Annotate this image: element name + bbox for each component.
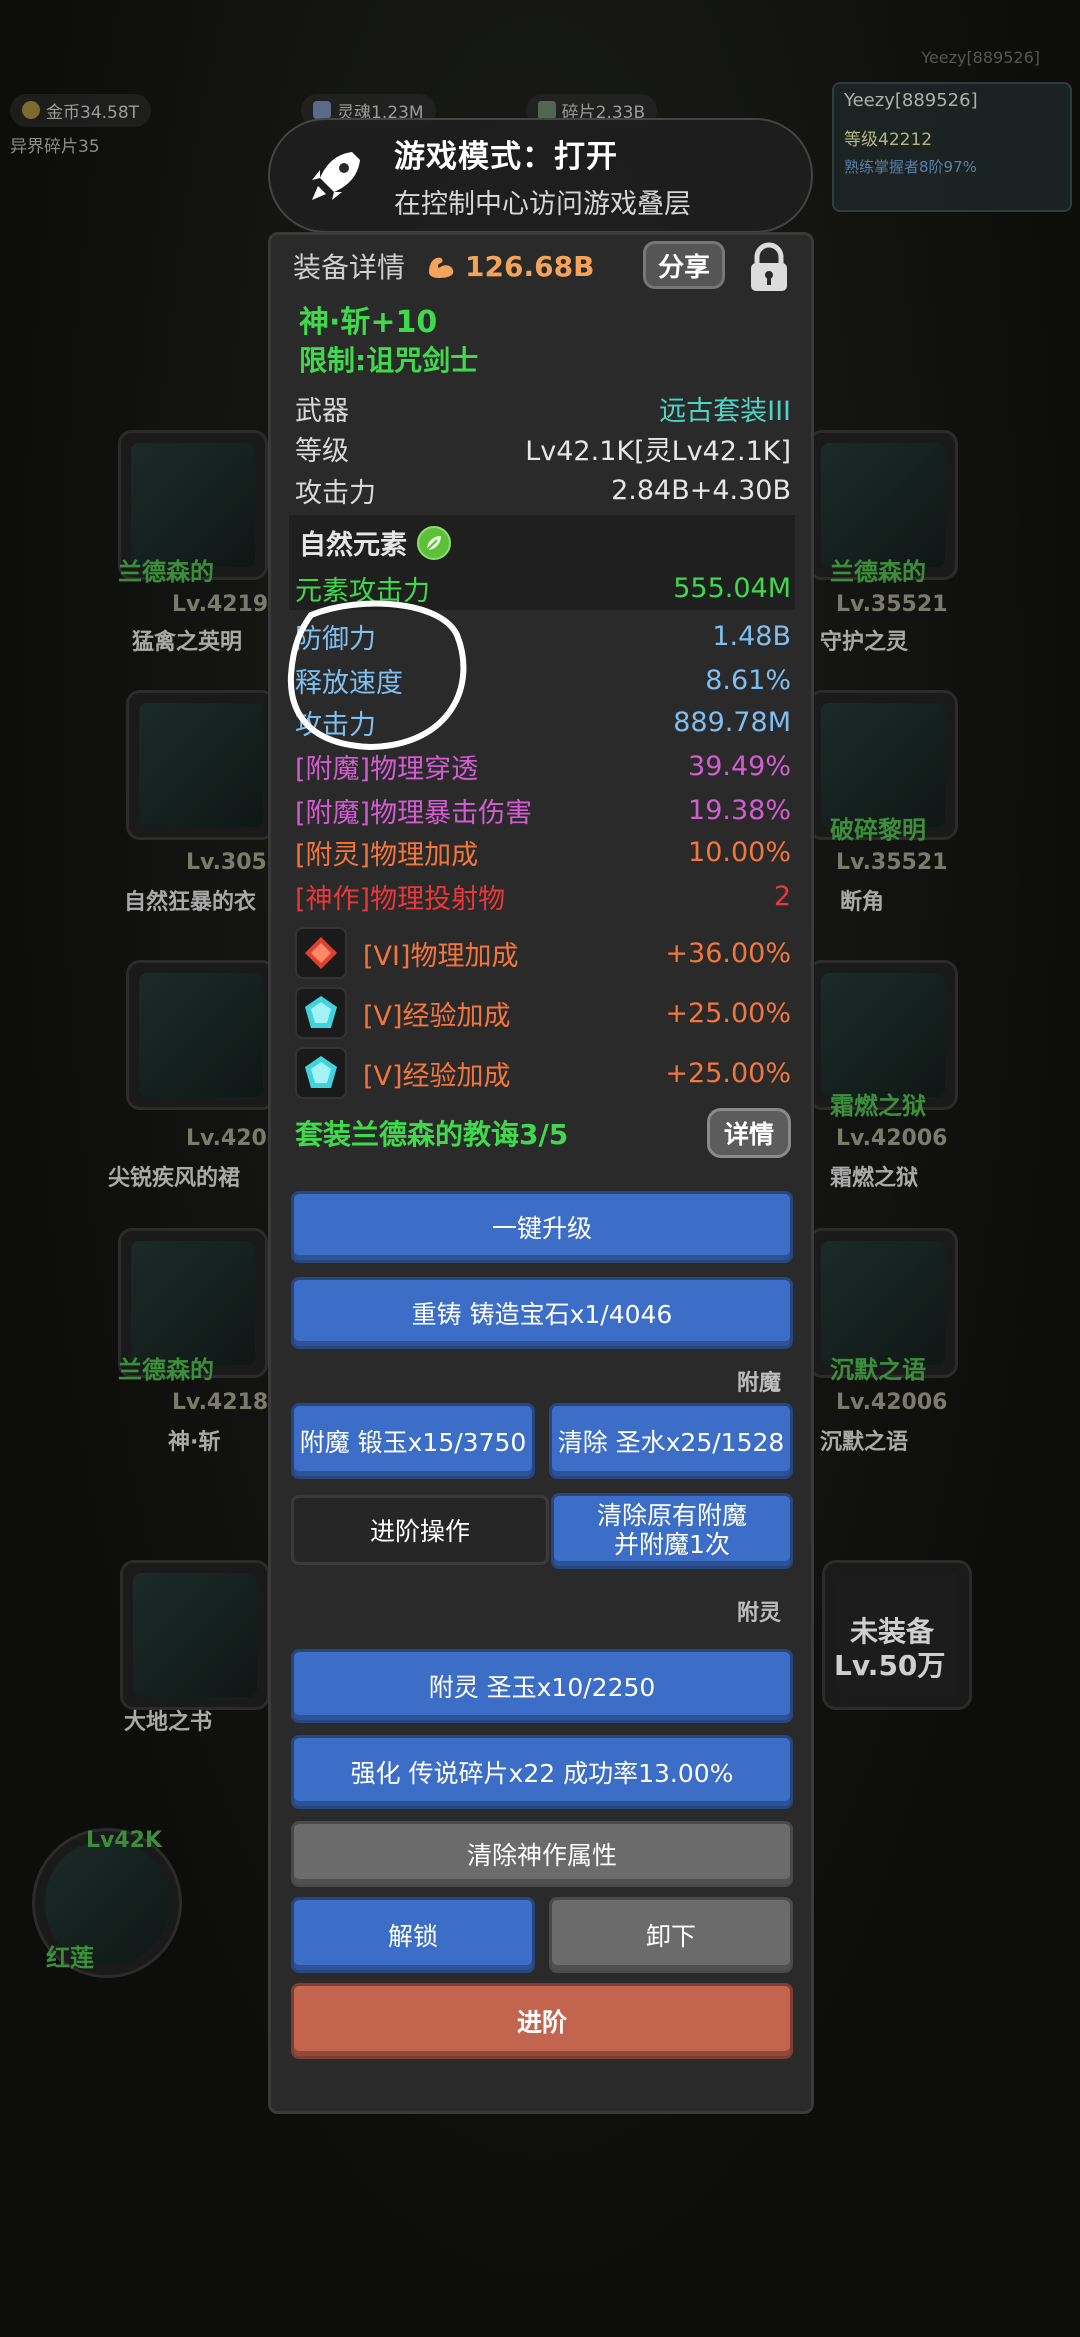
spirit-section-label: 附灵 [737, 1601, 782, 1626]
unequipped-level: Lv.50万 [834, 1649, 946, 1682]
element-title: 自然元素 [299, 530, 407, 561]
side-level: Lv.4219 [172, 592, 269, 617]
advanced-operation-button[interactable]: 进阶操作 [291, 1495, 549, 1565]
game-mode-banner[interactable]: 游戏模式：打开 在控制中心访问游戏叠层 [268, 118, 813, 233]
side-level: Lv.42006 [836, 1390, 948, 1415]
side-name: 霜燃之狱 [830, 1166, 919, 1191]
side-set-label: 沉默之语 [830, 1356, 926, 1384]
side-name: 猛禽之英明 [132, 630, 243, 655]
equipment-detail-panel: 装备详情 126.68B 分享 神·斩+10 限制:诅咒剑士 武器 远古套装II… [268, 232, 814, 2114]
side-level: Lv.35521 [836, 592, 948, 617]
gem-row: [V]经验加成 +25.00% [295, 985, 791, 1041]
soul-icon [313, 101, 332, 119]
side-name: 自然狂暴的衣 [124, 890, 257, 915]
red-gem-icon [295, 927, 347, 979]
side-set-label: 兰德森的 [118, 1356, 214, 1384]
banner-subtitle: 在控制中心访问游戏叠层 [394, 188, 691, 220]
player-name: Yeezy[889526] [844, 90, 978, 111]
set-bonus-label: 套装兰德森的教诲3/5 [295, 1118, 569, 1151]
clear-divine-attribute-button[interactable]: 清除神作属性 [291, 1821, 793, 1887]
side-level: Lv.42006 [836, 1126, 948, 1151]
ring-level: Lv42K [86, 1828, 163, 1853]
item-name: 神·斩+10 [299, 305, 438, 340]
banner-title: 游戏模式：打开 [394, 138, 618, 175]
player-level: 等级42212 [844, 130, 933, 150]
gem-row: [V]经验加成 +25.00% [295, 1045, 791, 1101]
book-name: 大地之书 [124, 1710, 213, 1735]
otherworld-shards: 异界碎片35 [10, 137, 100, 157]
enchant-section-label: 附魔 [737, 1371, 782, 1396]
coin-icon [22, 101, 40, 119]
panel-header: 装备详情 126.68B [271, 235, 811, 297]
side-set-label: 破碎黎明 [830, 816, 926, 844]
cyan-gem-icon [295, 1047, 347, 1099]
side-level: Lv.35521 [836, 850, 948, 875]
cyan-gem-icon [295, 987, 347, 1039]
clear-holy-water-button[interactable]: 清除 圣水x25/1528 [549, 1403, 793, 1479]
stat-row-divine-projectile: [神作]物理投射物 2 [295, 880, 791, 915]
unlock-button[interactable]: 解锁 [291, 1897, 535, 1973]
set-detail-button[interactable]: 详情 [707, 1108, 791, 1158]
gem-row: [VI]物理加成 +36.00% [295, 925, 791, 981]
ring-name: 红莲 [46, 1944, 94, 1972]
equip-slot-book[interactable] [120, 1560, 270, 1710]
side-level: Lv.305 [186, 850, 267, 875]
unequip-button[interactable]: 卸下 [549, 1897, 793, 1973]
equip-slot-skirt[interactable] [126, 960, 276, 1110]
stat-row-enchant-penetration: [附魔]物理穿透 39.49% [295, 750, 791, 785]
equip-slot-armor[interactable] [126, 690, 276, 840]
panel-title: 装备详情 [293, 251, 406, 284]
stat-row-level: 等级 Lv42.1K[灵Lv42.1K] [295, 435, 791, 467]
rocket-icon [312, 151, 360, 200]
side-set-label: 兰德森的 [830, 558, 926, 586]
player-progress: 熟练掌握者8阶97% [844, 158, 977, 176]
strengthen-button[interactable]: 强化 传说碎片x22 成功率13.00% [291, 1735, 793, 1809]
one-click-upgrade-button[interactable]: 一键升级 [291, 1191, 793, 1263]
shard-icon [537, 101, 556, 119]
player-info[interactable]: Yeezy[889526] 等级42212 熟练掌握者8阶97% [832, 82, 1072, 212]
side-name: 沉默之语 [820, 1430, 909, 1455]
combat-power: 126.68B [465, 249, 595, 283]
side-name: 守护之灵 [820, 630, 909, 655]
clear-and-enchant-button[interactable]: 清除原有附魔 并附魔1次 [551, 1493, 793, 1569]
advance-button[interactable]: 进阶 [291, 1983, 793, 2059]
hand-drawn-circle [287, 600, 467, 751]
stat-row-weapon: 武器 远古套装III [295, 395, 791, 427]
reforge-button[interactable]: 重铸 铸造宝石x1/4046 [291, 1277, 793, 1349]
coin-resource: 金币34.58T [10, 93, 152, 127]
side-name: 断角 [840, 890, 885, 915]
enchant-button[interactable]: 附魔 锻玉x15/3750 [291, 1403, 535, 1479]
share-button[interactable]: 分享 [643, 241, 725, 289]
stat-row-enchant-crit: [附魔]物理暴击伤害 19.38% [295, 794, 791, 829]
player-name-faded: Yeezy[889526] [921, 48, 1040, 67]
lock-icon[interactable] [741, 239, 797, 295]
side-name: 神·斩 [168, 1430, 221, 1455]
side-set-label: 霜燃之狱 [830, 1092, 926, 1120]
side-name: 尖锐疾风的裙 [108, 1166, 241, 1191]
side-set-label: 兰德森的 [118, 558, 214, 586]
stat-row-spirit-bonus: [附灵]物理加成 10.00% [295, 836, 791, 871]
item-restriction: 限制:诅咒剑士 [299, 344, 479, 377]
stat-row-attack: 攻击力 2.84B+4.30B [295, 474, 791, 509]
set-bonus-row: 套装兰德森的教诲3/5 详情 [295, 1107, 791, 1159]
side-level: Lv.4218 [172, 1390, 269, 1415]
strength-arm-icon [429, 257, 454, 278]
spirit-attach-button[interactable]: 附灵 圣玉x10/2250 [291, 1649, 793, 1723]
nature-leaf-icon [417, 525, 451, 560]
